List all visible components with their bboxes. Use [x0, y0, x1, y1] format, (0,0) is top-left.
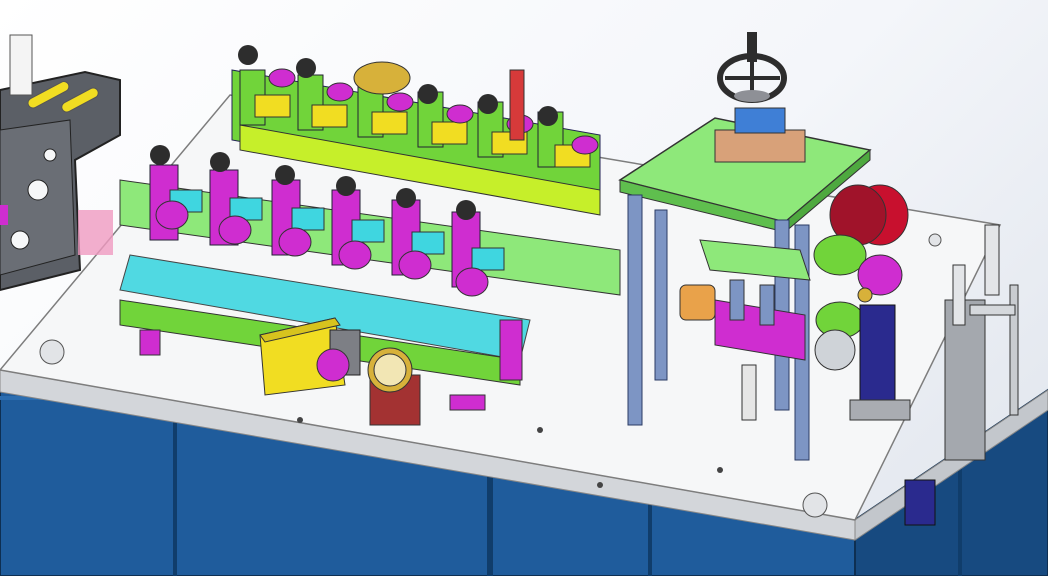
cad-viewport	[0, 32, 1048, 576]
upper-gear	[353, 61, 411, 95]
left-spool-frame	[0, 34, 121, 292]
handwheel	[717, 32, 787, 103]
red-lever	[509, 69, 525, 141]
